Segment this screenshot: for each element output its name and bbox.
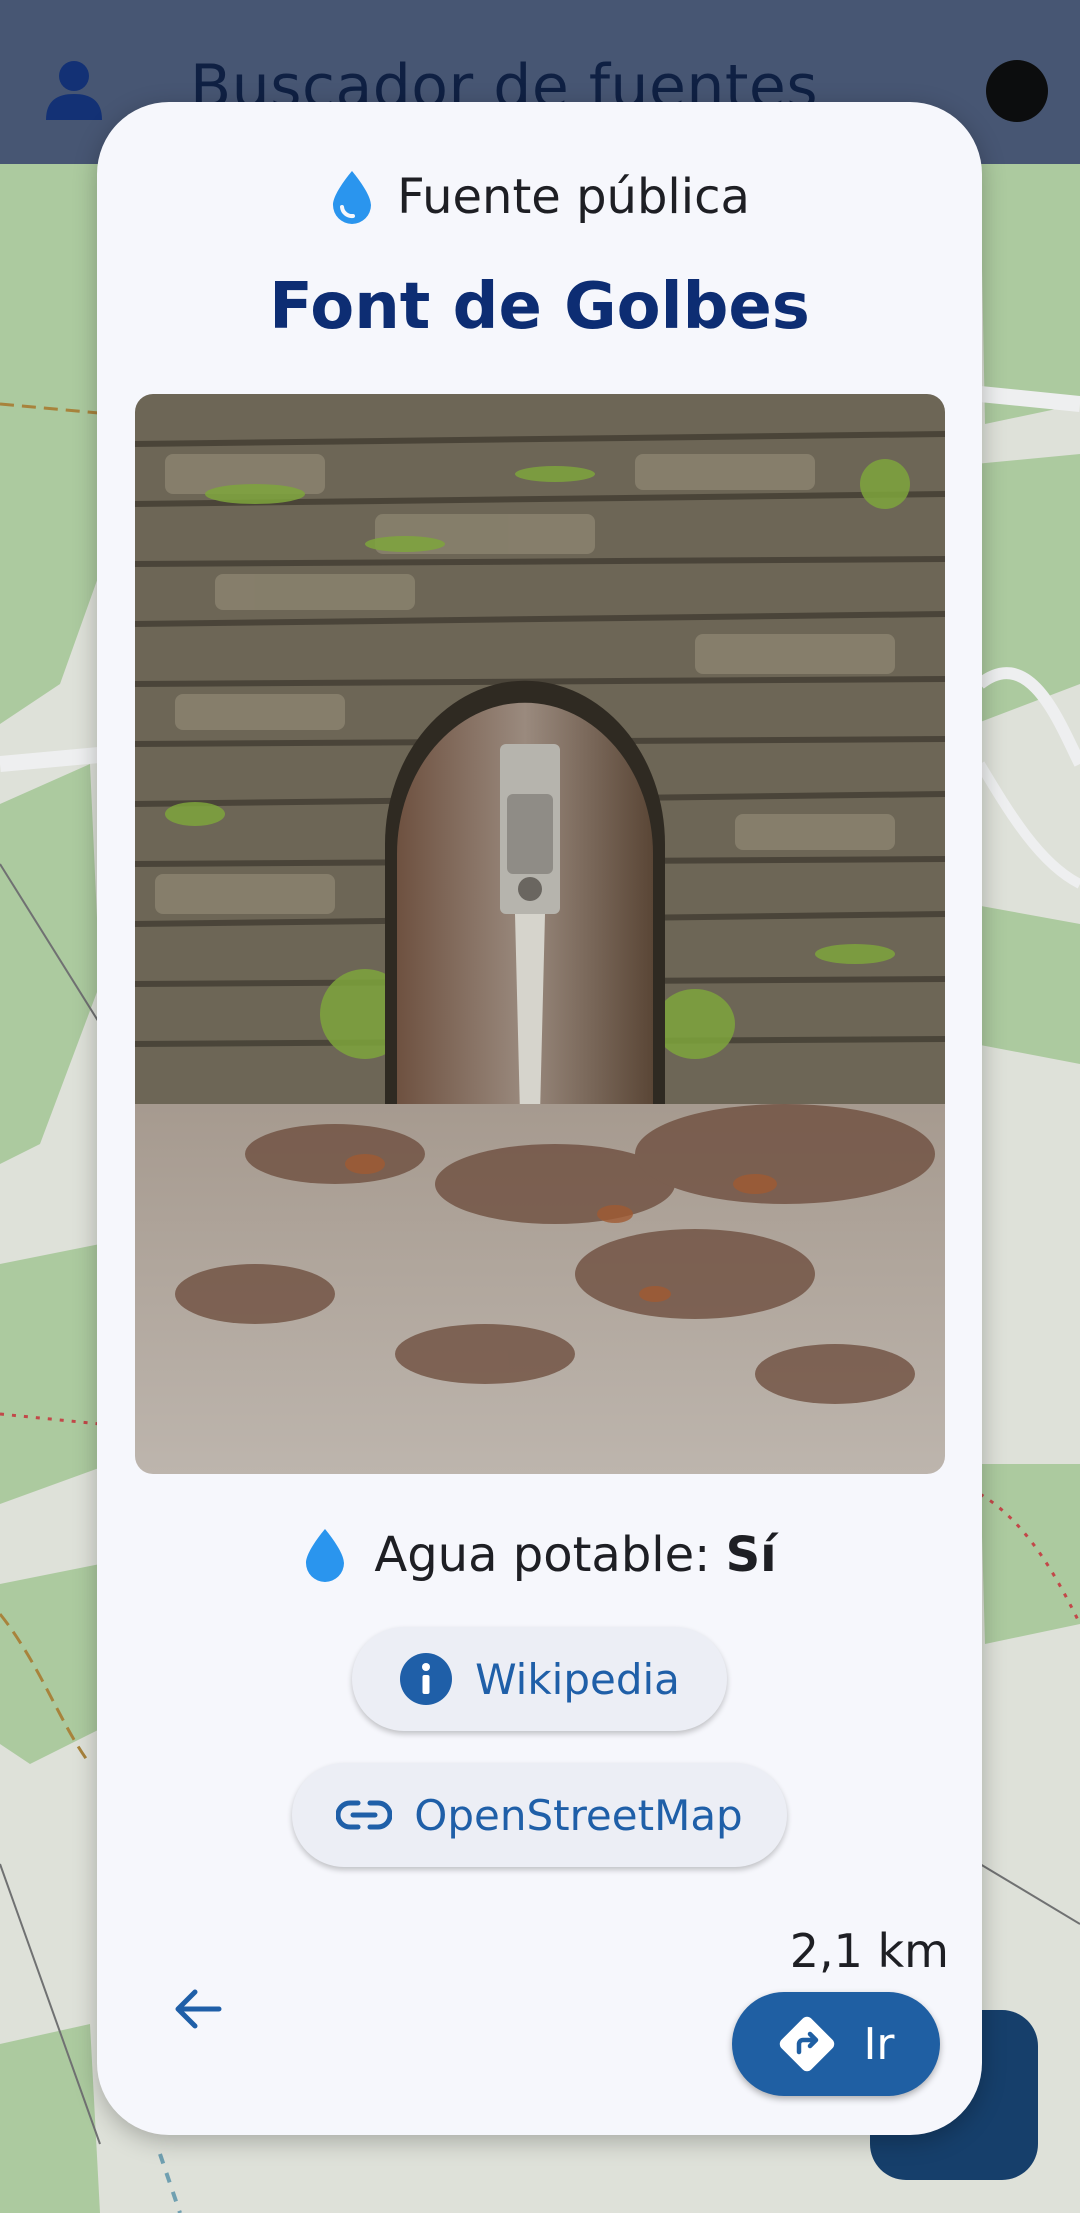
back-arrow-icon[interactable]: [167, 1978, 229, 2040]
fountain-type-label: Fuente pública: [397, 169, 750, 225]
potable-text: Agua potable: Sí: [374, 1527, 776, 1583]
potable-label: Agua potable:: [374, 1527, 726, 1583]
openstreetmap-button[interactable]: OpenStreetMap: [292, 1763, 787, 1867]
fountain-name: Font de Golbes: [269, 270, 810, 344]
water-drop-icon: [333, 171, 372, 224]
wikipedia-button[interactable]: Wikipedia: [352, 1627, 727, 1731]
directions-icon: [780, 2016, 835, 2072]
fountain-photo[interactable]: [135, 394, 945, 1474]
info-icon: [400, 1653, 453, 1705]
fountain-type: Fuente pública: [97, 162, 982, 232]
go-label: Ir: [863, 2018, 895, 2070]
openstreetmap-label: OpenStreetMap: [414, 1790, 743, 1840]
go-button[interactable]: Ir: [732, 1992, 940, 2096]
water-drop-icon: [306, 1529, 345, 1582]
potable-row: Agua potable: Sí: [97, 1520, 982, 1590]
wikipedia-label: Wikipedia: [475, 1654, 680, 1704]
distance-text: 2,1 km: [789, 1924, 949, 1978]
fountain-dialog: Fuente pública Font de Golbes Agua potab…: [97, 102, 982, 2135]
potable-value: Sí: [725, 1527, 777, 1583]
link-icon: [336, 1800, 393, 1830]
